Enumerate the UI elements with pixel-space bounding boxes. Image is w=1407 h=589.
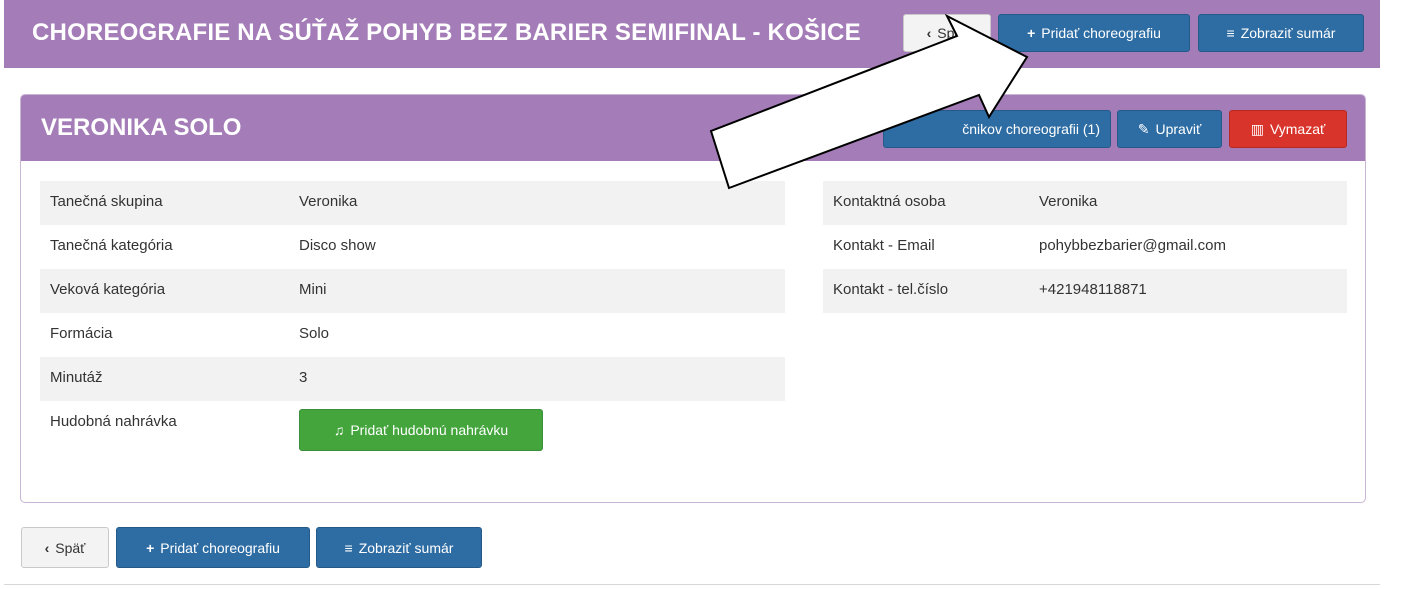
bottom-add-choreography-button[interactable]: + Pridať choreografiu <box>116 527 310 568</box>
choreography-card: VERONIKA SOLO čnikov choreografii (1) ✎ … <box>20 94 1366 503</box>
plus-icon: + <box>1027 25 1036 41</box>
row-label: Minutáž <box>50 369 103 386</box>
delete-label: Vymazať <box>1269 121 1326 137</box>
table-row: Hudobná nahrávka ♫ Pridať hudobnú nahráv… <box>40 401 785 461</box>
bottom-back-label: Späť <box>55 539 86 556</box>
row-value: Solo <box>299 325 330 342</box>
row-label: Formácia <box>50 325 113 342</box>
row-label: Hudobná nahrávka <box>50 413 177 430</box>
add-music-button[interactable]: ♫ Pridať hudobnú nahrávku <box>299 409 543 451</box>
list-icon: ≡ <box>344 539 353 556</box>
row-label: Kontaktná osoba <box>833 193 946 210</box>
table-row: Tanečná skupina Veronika <box>40 181 785 225</box>
row-label: Kontakt - tel.číslo <box>833 281 949 298</box>
pencil-icon: ✎ <box>1137 120 1150 137</box>
row-value: Mini <box>299 281 327 298</box>
top-add-choreography-button[interactable]: + Pridať choreografiu <box>998 14 1190 52</box>
table-row: Veková kategória Mini <box>40 269 785 313</box>
row-label: Veková kategória <box>50 281 166 298</box>
chevron-left-icon: ‹ <box>926 25 932 41</box>
top-back-button[interactable]: ‹ Späť <box>903 14 991 52</box>
top-show-summary-label: Zobraziť sumár <box>1240 25 1336 41</box>
row-value: Veronika <box>1039 193 1098 210</box>
list-icon: ≡ <box>1226 25 1235 41</box>
chevron-left-icon: ‹ <box>44 539 50 556</box>
bottom-show-summary-label: Zobraziť sumár <box>358 539 454 556</box>
participants-button[interactable]: čnikov choreografii (1) <box>883 110 1111 148</box>
edit-button[interactable]: ✎ Upraviť <box>1117 110 1222 148</box>
music-note-icon: ♫ <box>333 422 345 438</box>
bottom-back-button[interactable]: ‹ Späť <box>21 527 109 568</box>
table-row: Kontaktná osoba Veronika <box>823 181 1347 225</box>
table-row: Kontakt - Email pohybbezbarier@gmail.com <box>823 225 1347 269</box>
participants-label: čnikov choreografii (1) <box>962 121 1100 137</box>
row-label: Tanečná kategória <box>50 237 173 254</box>
top-show-summary-button[interactable]: ≡ Zobraziť sumár <box>1198 14 1364 52</box>
row-value: pohybbezbarier@gmail.com <box>1039 237 1226 254</box>
delete-button[interactable]: ▥ Vymazať <box>1229 110 1347 148</box>
row-value: Disco show <box>299 237 376 254</box>
table-row: Tanečná kategória Disco show <box>40 225 785 269</box>
row-label: Tanečná skupina <box>50 193 163 210</box>
table-row: Minutáž 3 <box>40 357 785 401</box>
bottom-show-summary-button[interactable]: ≡ Zobraziť sumár <box>316 527 482 568</box>
top-add-choreography-label: Pridať choreografiu <box>1041 25 1161 41</box>
card-title: VERONIKA SOLO <box>41 114 242 141</box>
table-row: Formácia Solo <box>40 313 785 357</box>
trash-icon: ▥ <box>1250 120 1264 137</box>
page-title: CHOREOGRAFIE NA SÚŤAŽ POHYB BEZ BARIER S… <box>32 19 861 46</box>
row-label: Kontakt - Email <box>833 237 935 254</box>
add-music-label: Pridať hudobnú nahrávku <box>350 422 509 438</box>
card-header: VERONIKA SOLO čnikov choreografii (1) ✎ … <box>21 95 1365 161</box>
top-back-label: Späť <box>937 25 968 41</box>
table-row: Kontakt - tel.číslo +421948118871 <box>823 269 1347 313</box>
row-value: +421948118871 <box>1039 281 1147 298</box>
edit-label: Upraviť <box>1155 121 1202 137</box>
row-value: 3 <box>299 369 308 386</box>
bottom-add-choreography-label: Pridať choreografiu <box>160 539 280 556</box>
row-value: Veronika <box>299 193 358 210</box>
plus-icon: + <box>146 539 155 556</box>
